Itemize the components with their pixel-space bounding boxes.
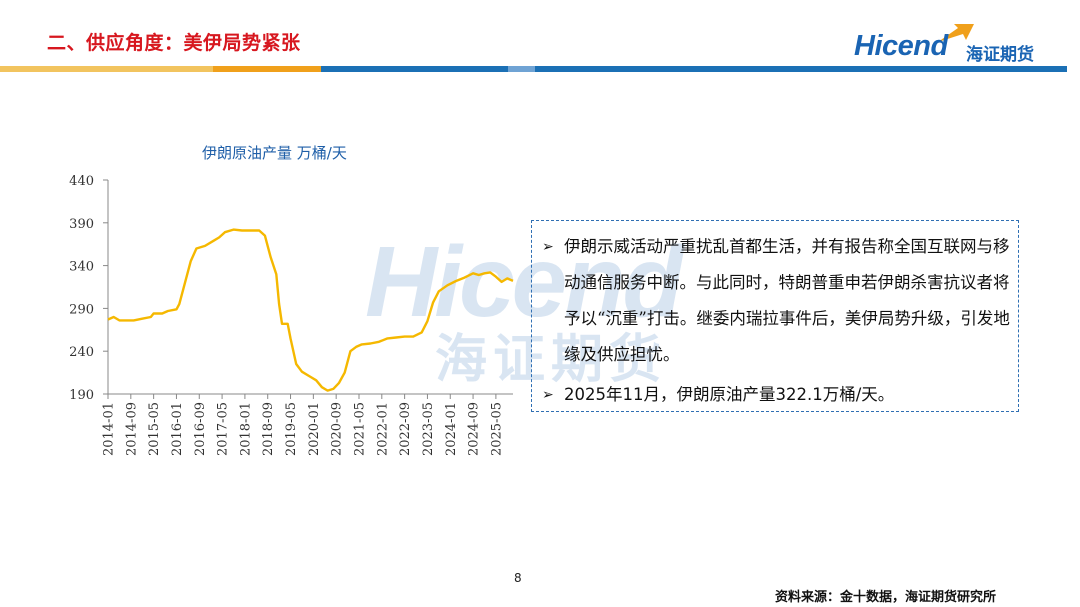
x-tick-label: 2024-09 [467,402,482,456]
bullet-item: ➢ 伊朗示威活动严重扰乱首都生活，并有报告称全国互联网与移动通信服务中断。与此同… [542,229,1010,373]
header-bar-segment-5 [535,66,1067,72]
y-tick-label: 340 [69,260,94,275]
bullet-item: ➢ 2025年11月，伊朗原油产量322.1万桶/天。 [542,377,1010,413]
x-tick-label: 2015-05 [147,402,162,456]
logo-chinese-name: 海证期货 [966,45,1034,65]
data-source: 资料来源：金十数据，海证期货研究所 [775,590,997,605]
commentary-box: ➢ 伊朗示威活动严重扰乱首都生活，并有报告称全国互联网与移动通信服务中断。与此同… [531,220,1019,412]
bullet-text: 2025年11月，伊朗原油产量322.1万桶/天。 [564,385,895,404]
x-tick-label: 2019-05 [284,402,299,456]
y-tick-label: 290 [69,302,94,317]
y-tick-label: 190 [69,388,94,403]
x-tick-label: 2022-01 [375,402,390,456]
x-tick-label: 2018-09 [261,402,276,456]
x-tick-label: 2018-01 [238,402,253,456]
header-bar-segment-3 [321,66,508,72]
x-tick-label: 2017-05 [216,402,231,456]
y-tick-label: 390 [69,217,94,232]
header-bar-segment-1 [0,66,213,72]
header-bar-segment-2 [213,66,321,72]
arrow-bullet-icon: ➢ [542,387,554,403]
x-tick-label: 2020-09 [330,402,345,456]
x-tick-label: 2016-09 [193,402,208,456]
chart-title: 伊朗原油产量 万桶/天 [202,144,347,162]
slide-title: 二、供应角度：美伊局势紧张 [47,32,301,54]
x-tick-label: 2014-01 [102,402,117,456]
x-tick-label: 2014-09 [124,402,139,456]
bullet-text: 伊朗示威活动严重扰乱首都生活，并有报告称全国互联网与移动通信服务中断。与此同时，… [564,237,1010,364]
x-tick-label: 2021-05 [352,402,367,456]
arrow-bullet-icon: ➢ [542,239,554,255]
y-tick-label: 440 [69,174,94,189]
hicend-logo: Hicend 海证期货 [848,22,1053,66]
x-tick-label: 2016-01 [170,402,185,456]
y-tick-label: 240 [69,345,94,360]
x-tick-label: 2020-01 [307,402,322,456]
x-tick-label: 2022-09 [398,402,413,456]
iran-oil-production-chart: 190 240 290 340 390 440 2014-01 2014-09 2015-05 2… [69,174,514,456]
header-bar-segment-4 [508,66,535,72]
production-series-line [107,228,514,392]
x-tick-label: 2023-05 [421,402,436,456]
x-tick-label: 2025-05 [489,402,504,456]
x-tick-label: 2024-01 [444,402,459,456]
page-number: 8 [514,571,522,585]
logo-wordmark: Hicend [854,30,948,62]
